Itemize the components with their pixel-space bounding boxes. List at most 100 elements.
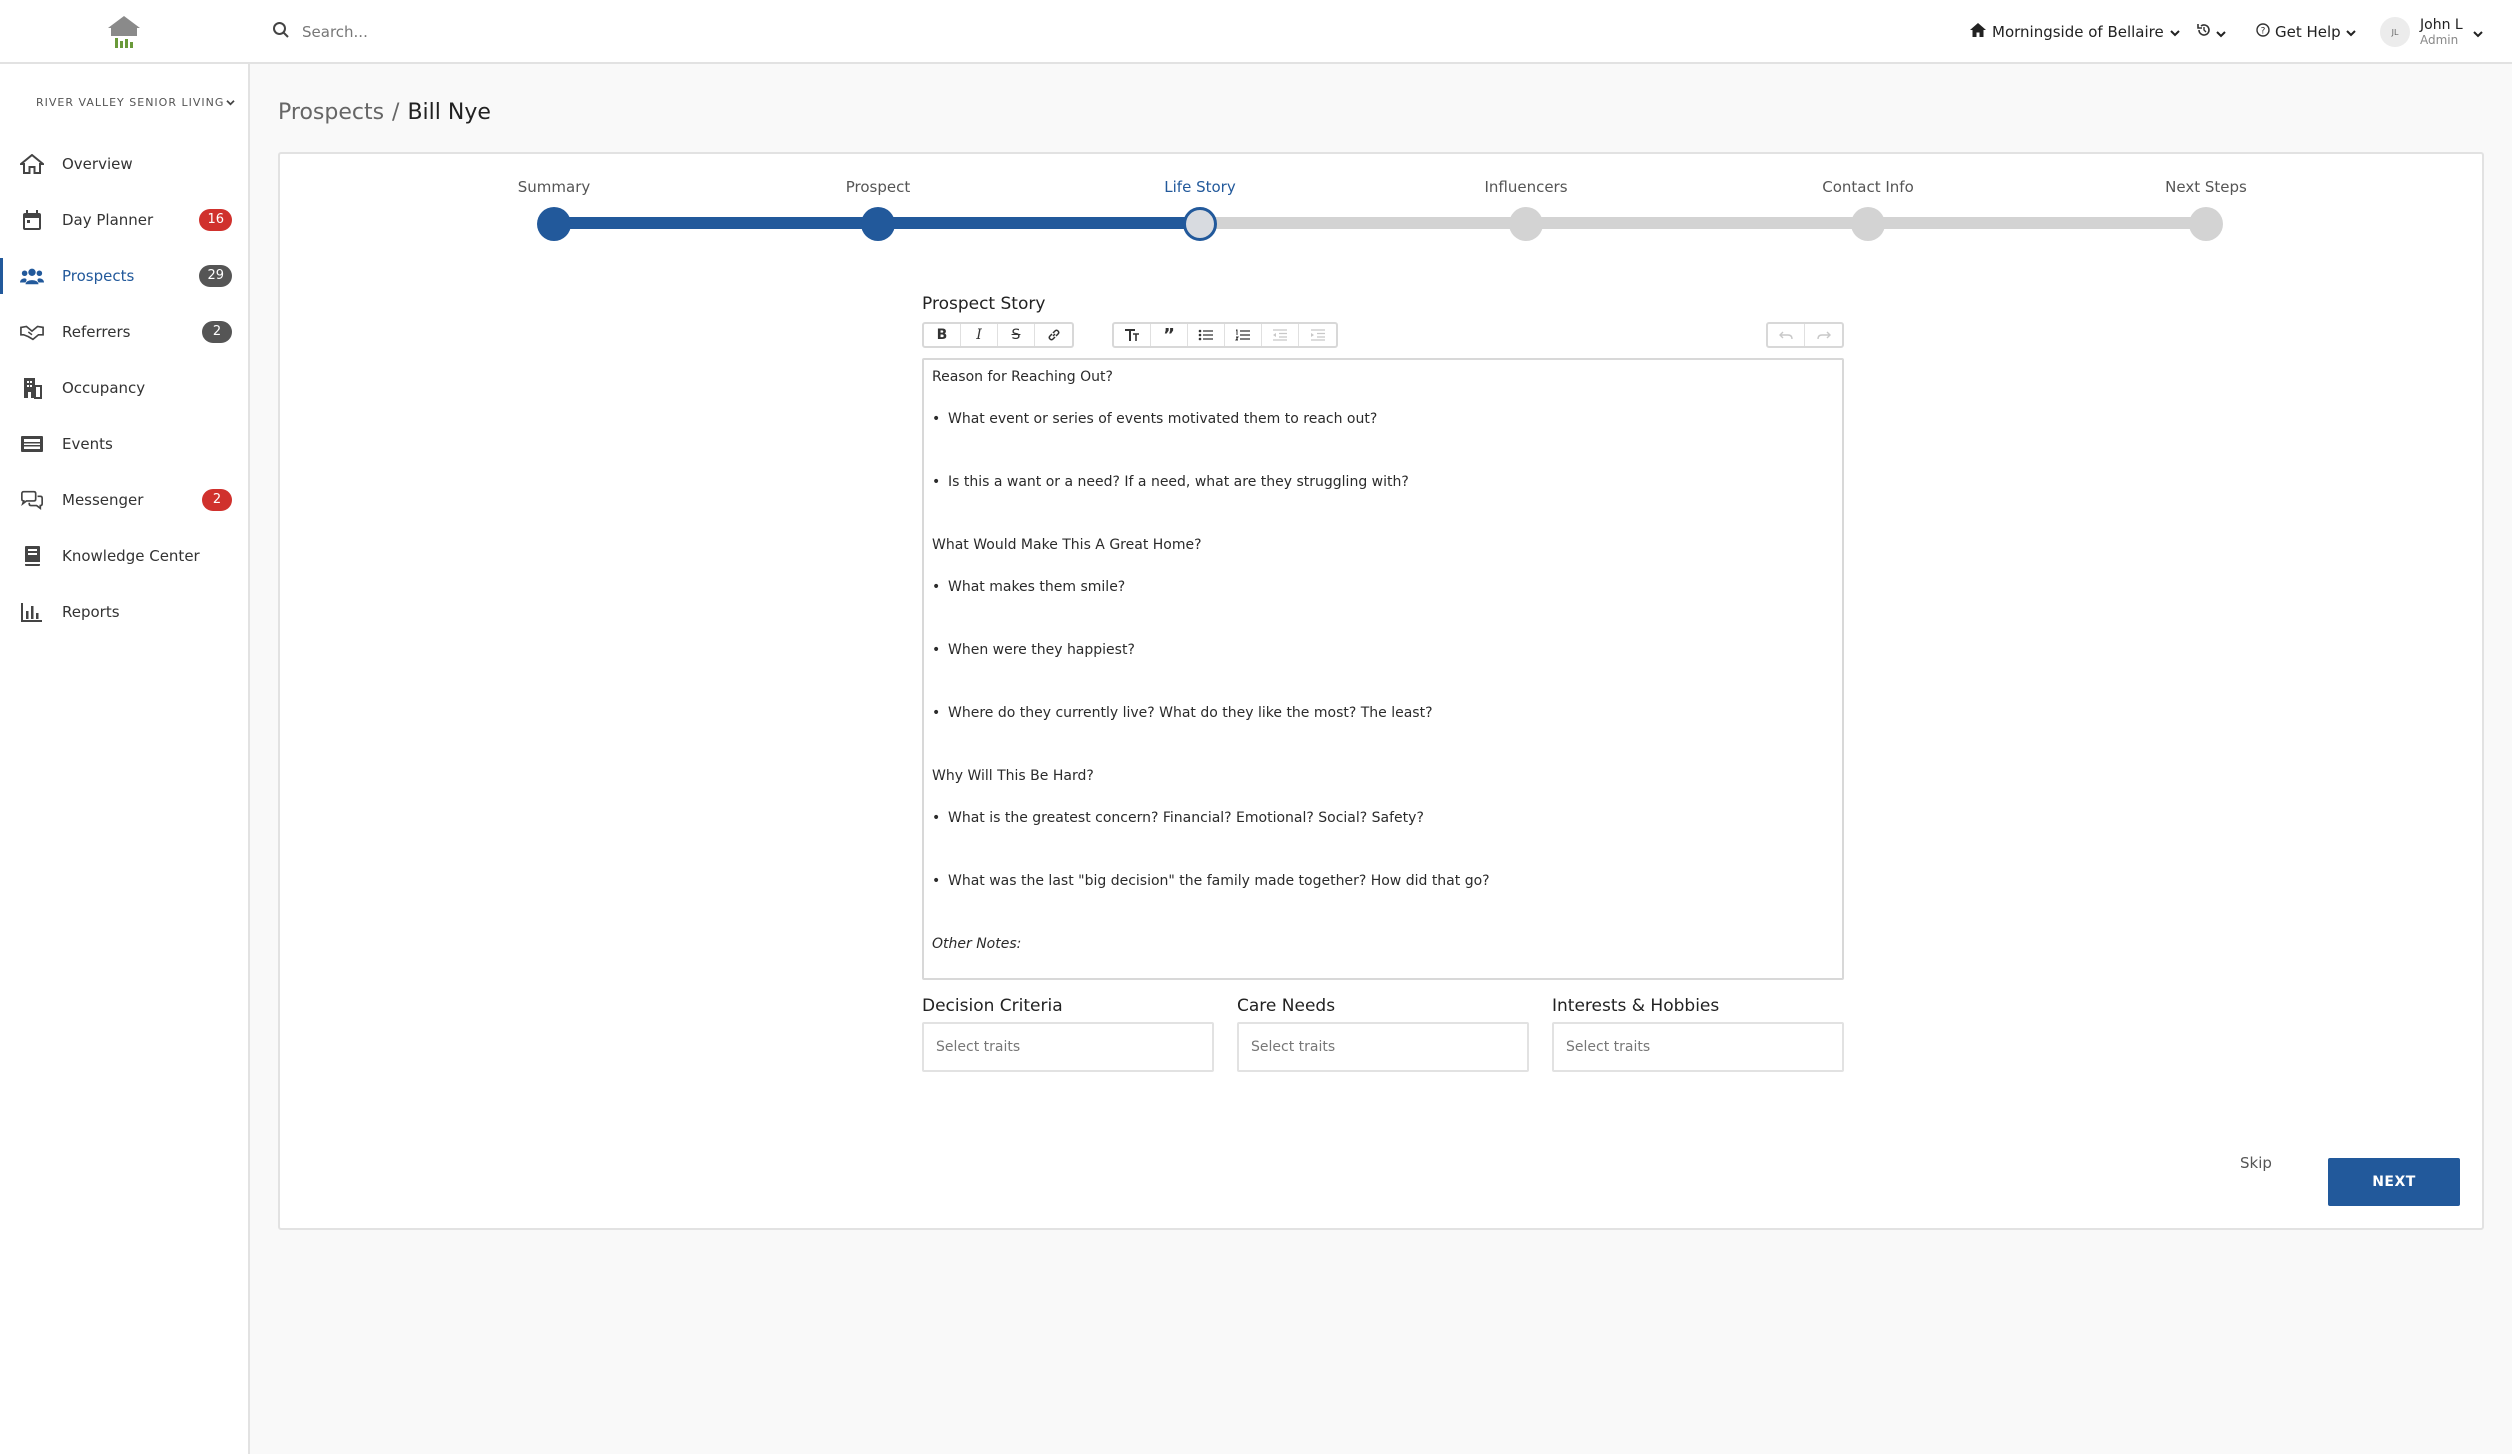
editor-heading: Why Will This Be Hard? [932,768,1094,784]
handshake-icon [20,320,44,344]
sidebar-item-overview[interactable]: Overview [0,136,248,192]
community-selector[interactable]: Morningside of Bellaire [1970,18,2180,46]
block-group: ” [1112,322,1338,348]
help-icon: ? [2256,23,2270,41]
prospect-story-editor[interactable]: Reason for Reaching Out? What event or s… [922,358,1844,980]
chevron-down-icon [2345,23,2356,41]
sidebar-item-label: Occupancy [62,379,146,397]
search-bar[interactable]: Search... [272,18,368,46]
sidebar-item-referrers[interactable]: Referrers 2 [0,304,248,360]
book-icon [20,544,44,568]
decision-criteria-select[interactable]: Select traits [922,1022,1214,1072]
home-icon [20,152,44,176]
redo-icon[interactable] [1805,324,1842,346]
skip-button[interactable]: Skip [2240,1154,2272,1172]
link-icon[interactable] [1035,324,1072,346]
editor-heading: What Would Make This A Great Home? [932,537,1202,553]
editor-heading: Reason for Reaching Out? [932,369,1113,385]
editor-bullet: What event or series of events motivated… [932,408,1834,430]
building-icon [20,376,44,400]
user-name: John L [2420,17,2463,33]
org-selector[interactable]: RIVER VALLEY SENIOR LIVING [36,96,235,109]
count-badge: 2 [202,489,232,511]
count-badge: 29 [199,265,232,287]
step-dot-prospect[interactable] [861,207,895,241]
step-life-story[interactable]: Life Story [1164,178,1235,196]
outdent-icon[interactable] [1262,324,1299,346]
count-badge: 2 [202,321,232,343]
sidebar-item-day-planner[interactable]: Day Planner 16 [0,192,248,248]
sidebar-item-reports[interactable]: Reports [0,584,248,640]
page-title: Bill Nye [407,100,491,125]
calendar-icon [20,208,44,232]
editor-bullet: What is the greatest concern? Financial?… [932,807,1834,829]
get-help-menu[interactable]: ? Get Help [2256,18,2356,46]
editor-bullet: When were they happiest? [932,639,1834,661]
chat-icon [20,488,44,512]
strikethrough-button[interactable]: S [998,324,1035,346]
editor-bullet: Is this a want or a need? If a need, wha… [932,471,1834,493]
search-icon [272,21,290,43]
italic-button[interactable]: I [961,324,998,346]
sidebar-item-label: Day Planner [62,211,154,229]
quote-icon[interactable]: ” [1151,324,1188,346]
logo-icon[interactable] [104,14,144,50]
format-group: B I S [922,322,1074,348]
editor-notes: Other Notes: [932,936,1022,952]
sidebar-item-occupancy[interactable]: Occupancy [0,360,248,416]
next-button[interactable]: NEXT [2328,1158,2460,1206]
step-next-steps[interactable]: Next Steps [2165,178,2247,196]
numbered-list-icon[interactable] [1225,324,1262,346]
search-input[interactable]: Search... [302,23,368,41]
people-icon [20,264,44,288]
user-menu[interactable]: JL John L Admin [2380,14,2483,50]
sidebar-item-events[interactable]: Events [0,416,248,472]
care-needs-select[interactable]: Select traits [1237,1022,1529,1072]
chart-icon [20,600,44,624]
community-name: Morningside of Bellaire [1992,23,2164,41]
step-dot-summary[interactable] [537,207,571,241]
breadcrumb-separator: / [392,100,400,125]
heading-icon[interactable] [1114,324,1151,346]
history-menu[interactable] [2196,18,2226,46]
bullet-list-icon[interactable] [1188,324,1225,346]
step-dot-contact-info[interactable] [1851,207,1885,241]
top-bar: Search... Morningside of Bellaire ? Get … [0,0,2512,64]
indent-icon[interactable] [1299,324,1336,346]
step-influencers[interactable]: Influencers [1484,178,1567,196]
editor-toolbar: B I S ” [922,322,1376,348]
org-name: RIVER VALLEY SENIOR LIVING [36,96,225,109]
sidebar-item-label: Prospects [62,267,135,285]
sidebar-item-messenger[interactable]: Messenger 2 [0,472,248,528]
step-dot-influencers[interactable] [1509,207,1543,241]
step-contact-info[interactable]: Contact Info [1822,178,1914,196]
sidebar-item-prospects[interactable]: Prospects 29 [0,248,248,304]
sidebar-item-knowledge-center[interactable]: Knowledge Center [0,528,248,584]
editor-bullet: Where do they currently live? What do th… [932,702,1834,724]
sidebar-item-label: Reports [62,603,120,621]
count-badge: 16 [199,209,232,231]
home-icon [1970,23,1986,41]
interests-hobbies-select[interactable]: Select traits [1552,1022,1844,1072]
step-dot-next-steps[interactable] [2189,207,2223,241]
sidebar-item-label: Referrers [62,323,131,341]
history-icon [2196,22,2212,42]
decision-criteria-label: Decision Criteria [922,996,1063,1016]
undo-icon[interactable] [1768,324,1805,346]
step-dot-life-story[interactable] [1183,207,1217,241]
prospect-story-label: Prospect Story [922,294,1046,314]
sidebar-item-label: Messenger [62,491,144,509]
editor-bullet: What was the last "big decision" the fam… [932,870,1834,892]
chevron-down-icon [2472,23,2483,42]
step-prospect[interactable]: Prospect [846,178,911,196]
interests-hobbies-label: Interests & Hobbies [1552,996,1720,1016]
chevron-down-icon [2216,23,2226,42]
bold-button[interactable]: B [924,324,961,346]
breadcrumb-prospects-link[interactable]: Prospects [278,100,384,125]
chevron-down-icon [2170,23,2180,41]
step-summary[interactable]: Summary [518,178,591,196]
sidebar-item-label: Overview [62,155,133,173]
sidebar-nav: Overview Day Planner 16 Prospects 29 Ref… [0,136,248,640]
care-needs-label: Care Needs [1237,996,1336,1016]
breadcrumb: Prospects / Bill Nye [278,100,491,125]
